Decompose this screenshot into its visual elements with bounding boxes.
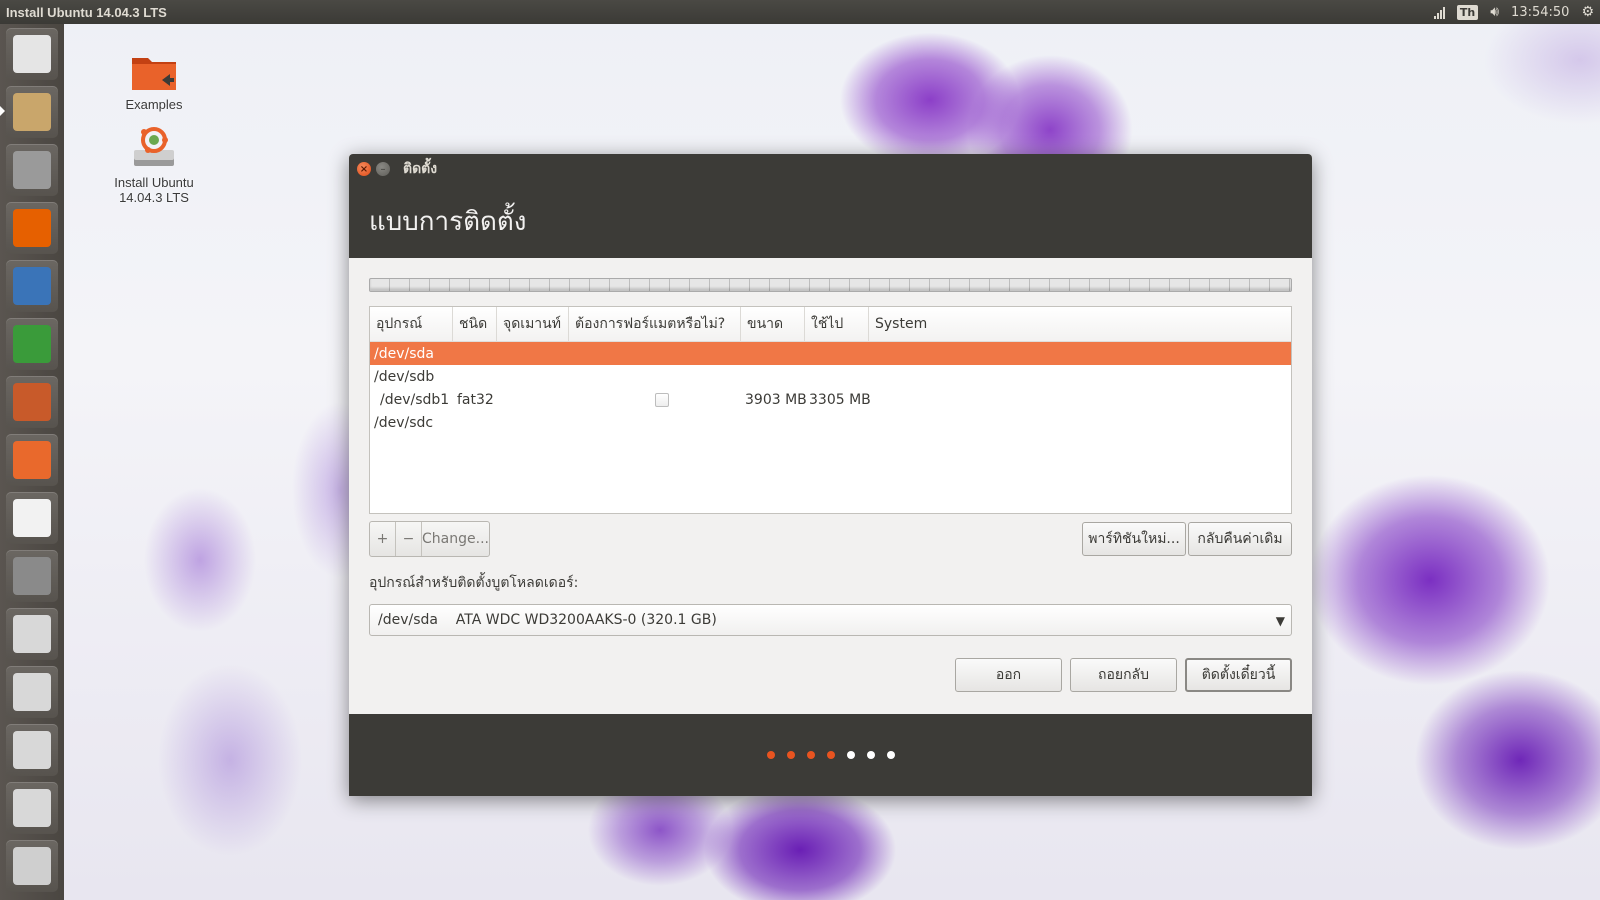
partition-toolbar: + − Change... พาร์ทิชันใหม่... กลับคืนค่…: [369, 521, 1292, 557]
dash-home-icon: [13, 35, 51, 73]
window-titlebar[interactable]: × – ติดตั้ง: [349, 154, 1312, 184]
file-cabinet-icon: [13, 151, 51, 189]
active-window-title: Install Ubuntu 14.04.3 LTS: [6, 4, 167, 20]
progress-dot: [886, 751, 895, 759]
launcher-item[interactable]: [6, 666, 58, 718]
ubiquity-installer-icon: [13, 93, 51, 131]
table-row[interactable]: /dev/sdc: [370, 411, 1291, 434]
cell-size: 3903 MB: [745, 391, 807, 408]
desktop-icon-label: Examples: [125, 97, 183, 112]
launcher-item[interactable]: [6, 782, 58, 834]
cell-device: /dev/sdc: [374, 414, 434, 431]
firefox-icon: [13, 209, 51, 247]
progress-footer: [349, 714, 1312, 796]
ubiquity-installer-icon: [99, 126, 209, 173]
top-panel: Install Ubuntu 14.04.3 LTS Th 🔊︎ 13:54:5…: [0, 0, 1600, 24]
indicator-area: Th 🔊︎ 13:54:50 ⚙: [1433, 4, 1594, 20]
launcher-item[interactable]: [6, 434, 58, 486]
volume-icon[interactable]: 🔊︎: [1490, 4, 1499, 20]
table-header: อุปกรณ์ ชนิด จุดเมานท์ ต้องการฟอร์แมตหรื…: [370, 307, 1291, 342]
table-row[interactable]: /dev/sda: [370, 342, 1291, 365]
system-settings-icon: [13, 557, 51, 595]
cell-device: /dev/sda: [374, 345, 434, 362]
amazon-icon: [13, 499, 51, 537]
progress-dot: [786, 751, 795, 759]
column-header-format[interactable]: ต้องการฟอร์แมตหรือไม่?: [569, 307, 741, 341]
progress-dot: [846, 751, 855, 759]
launcher-item[interactable]: [6, 144, 58, 196]
cell-device: /dev/sdb: [374, 368, 435, 385]
cell-used: 3305 MB: [809, 391, 871, 408]
progress-dot: [766, 751, 775, 759]
page-title: แบบการติดตั้ง: [349, 184, 1312, 258]
window-title: ติดตั้ง: [403, 161, 438, 177]
cell-format: [569, 392, 741, 407]
drive-icon: [13, 731, 51, 769]
partition-actions: พาร์ทิชันใหม่... กลับคืนค่าเดิม: [1082, 522, 1292, 556]
launcher-item[interactable]: [6, 260, 58, 312]
launcher-item[interactable]: [0, 86, 58, 138]
bootloader-device-value: /dev/sda ATA WDC WD3200AAKS-0 (320.1 GB): [378, 612, 717, 628]
progress-dot: [806, 751, 815, 759]
bootloader-label: อุปกรณ์สำหรับติดตั้งบูตโหลดเดอร์:: [369, 575, 579, 591]
column-header-device[interactable]: อุปกรณ์: [370, 307, 453, 341]
column-header-size[interactable]: ขนาด: [741, 307, 805, 341]
cell-type: fat32: [457, 391, 494, 408]
minimize-icon[interactable]: –: [376, 162, 390, 176]
column-header-type[interactable]: ชนิด: [453, 307, 497, 341]
column-header-used[interactable]: ใช้ไป: [805, 307, 869, 341]
impress-icon: [13, 383, 51, 421]
remove-partition-button[interactable]: −: [396, 522, 422, 556]
install-now-button[interactable]: ติดตั้งเดี๋ยวนี้: [1185, 658, 1292, 692]
launcher-item[interactable]: [6, 28, 58, 80]
calc-icon: [13, 325, 51, 363]
format-checkbox[interactable]: [655, 392, 669, 407]
table-row[interactable]: /dev/sdb: [370, 365, 1291, 388]
installer-window: × – ติดตั้ง แบบการติดตั้ง อุปกรณ์ ชนิด จ…: [349, 154, 1312, 796]
back-button[interactable]: ถอยกลับ: [1070, 658, 1177, 692]
folder-icon: [99, 52, 209, 95]
drive-icon: [13, 673, 51, 711]
partition-edit-group: + − Change...: [369, 521, 490, 557]
bootloader-device-select[interactable]: /dev/sda ATA WDC WD3200AAKS-0 (320.1 GB)…: [369, 604, 1292, 636]
trash-icon: [13, 847, 51, 885]
progress-dot: [826, 751, 835, 759]
launcher: [0, 24, 64, 900]
change-partition-button[interactable]: Change...: [422, 522, 489, 556]
gear-icon[interactable]: ⚙: [1581, 4, 1594, 20]
new-partition-table-button[interactable]: พาร์ทิชันใหม่...: [1082, 522, 1186, 556]
drive-icon: [13, 615, 51, 653]
column-header-system[interactable]: System: [869, 307, 989, 341]
launcher-item[interactable]: [6, 492, 58, 544]
desktop-icon-label: Install Ubuntu: [114, 175, 194, 190]
revert-button[interactable]: กลับคืนค่าเดิม: [1188, 522, 1292, 556]
add-partition-button[interactable]: +: [370, 522, 396, 556]
table-row[interactable]: /dev/sdb1 fat32 3903 MB 3305 MB: [370, 388, 1291, 411]
launcher-item[interactable]: [6, 376, 58, 428]
launcher-item[interactable]: [6, 608, 58, 660]
close-icon[interactable]: ×: [357, 162, 371, 176]
launcher-item[interactable]: [6, 318, 58, 370]
partition-table[interactable]: อุปกรณ์ ชนิด จุดเมานท์ ต้องการฟอร์แมตหรื…: [369, 306, 1292, 514]
keyboard-layout-indicator[interactable]: Th: [1456, 4, 1479, 20]
launcher-item[interactable]: [6, 724, 58, 776]
column-header-mount[interactable]: จุดเมานท์: [497, 307, 569, 341]
dialog-actions: ออก ถอยกลับ ติดตั้งเดี๋ยวนี้: [369, 658, 1292, 692]
progress-dot: [866, 751, 875, 759]
cell-device: /dev/sdb1: [380, 391, 450, 408]
desktop-icon-label: 14.04.3 LTS: [119, 190, 189, 205]
launcher-item[interactable]: [6, 202, 58, 254]
launcher-item[interactable]: [6, 550, 58, 602]
partition-bar: [369, 278, 1292, 292]
network-signal-icon[interactable]: [1433, 6, 1445, 19]
clock[interactable]: 13:54:50: [1511, 5, 1569, 20]
software-center-icon: [13, 441, 51, 479]
drive-icon: [13, 789, 51, 827]
quit-button[interactable]: ออก: [955, 658, 1062, 692]
writer-icon: [13, 267, 51, 305]
launcher-item[interactable]: [6, 840, 58, 892]
chevron-down-icon: ▼: [1275, 614, 1285, 628]
desktop-icon-examples[interactable]: Examples: [99, 52, 209, 112]
desktop-icon-install-ubuntu[interactable]: Install Ubuntu 14.04.3 LTS: [99, 126, 209, 205]
